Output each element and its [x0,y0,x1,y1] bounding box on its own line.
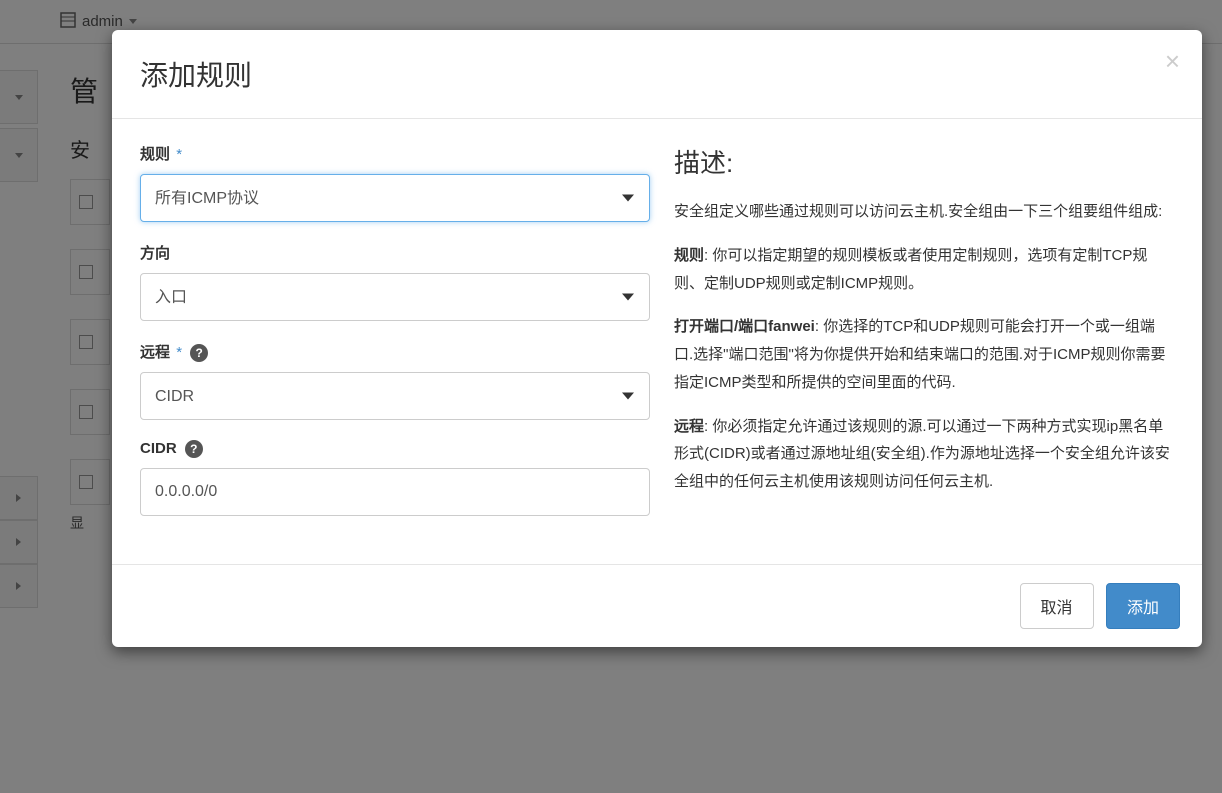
cidr-input[interactable] [140,468,650,516]
help-icon[interactable]: ? [185,440,203,458]
desc-rule-label: 规则 [674,247,704,264]
cidr-label-text: CIDR [140,440,177,457]
description-remote: 远程: 你必须指定允许通过该规则的源.可以通过一下两种方式实现ip黑名单形式(C… [674,413,1174,496]
remote-select[interactable]: CIDR [140,372,650,420]
modal-footer: 取消 添加 [112,564,1202,647]
desc-port-label: 打开端口/端口fanwei [674,318,815,335]
direction-select[interactable]: 入口 [140,273,650,321]
modal-header: 添加规则 × [112,30,1202,119]
help-icon[interactable]: ? [190,344,208,362]
remote-label: 远程 * ? [140,341,650,362]
desc-remote-label: 远程 [674,418,704,435]
rule-select[interactable]: 所有ICMP协议 [140,174,650,222]
description-title: 描述: [674,143,1174,180]
close-icon[interactable]: × [1165,48,1180,74]
direction-label: 方向 [140,242,650,263]
rule-field-group: 规则 * 所有ICMP协议 [140,143,650,222]
desc-remote-text: : 你必须指定允许通过该规则的源.可以通过一下两种方式实现ip黑名单形式(CID… [674,418,1170,491]
cidr-label: CIDR ? [140,440,650,458]
add-rule-modal: 添加规则 × 规则 * 所有ICMP协议 方向 入口 [112,30,1202,647]
remote-label-text: 远程 [140,344,170,361]
remote-field-group: 远程 * ? CIDR [140,341,650,420]
cidr-field-group: CIDR ? [140,440,650,516]
rule-label-text: 规则 [140,146,170,163]
rule-label: 规则 * [140,143,650,164]
cancel-button[interactable]: 取消 [1020,583,1094,629]
desc-rule-text: : 你可以指定期望的规则模板或者使用定制规则，选项有定制TCP规则、定制UDP规… [674,247,1147,292]
modal-description: 描述: 安全组定义哪些通过规则可以访问云主机.安全组由一下三个组要组件组成: 规… [674,143,1174,536]
submit-button[interactable]: 添加 [1106,583,1180,629]
required-mark: * [176,146,182,163]
modal-title: 添加规则 [140,54,1174,94]
description-intro: 安全组定义哪些通过规则可以访问云主机.安全组由一下三个组要组件组成: [674,198,1174,226]
required-mark: * [176,344,182,361]
description-rule: 规则: 你可以指定期望的规则模板或者使用定制规则，选项有定制TCP规则、定制UD… [674,242,1174,298]
description-port: 打开端口/端口fanwei: 你选择的TCP和UDP规则可能会打开一个或一组端口… [674,313,1174,396]
direction-field-group: 方向 入口 [140,242,650,321]
modal-form: 规则 * 所有ICMP协议 方向 入口 [140,143,650,536]
modal-body: 规则 * 所有ICMP协议 方向 入口 [112,119,1202,564]
